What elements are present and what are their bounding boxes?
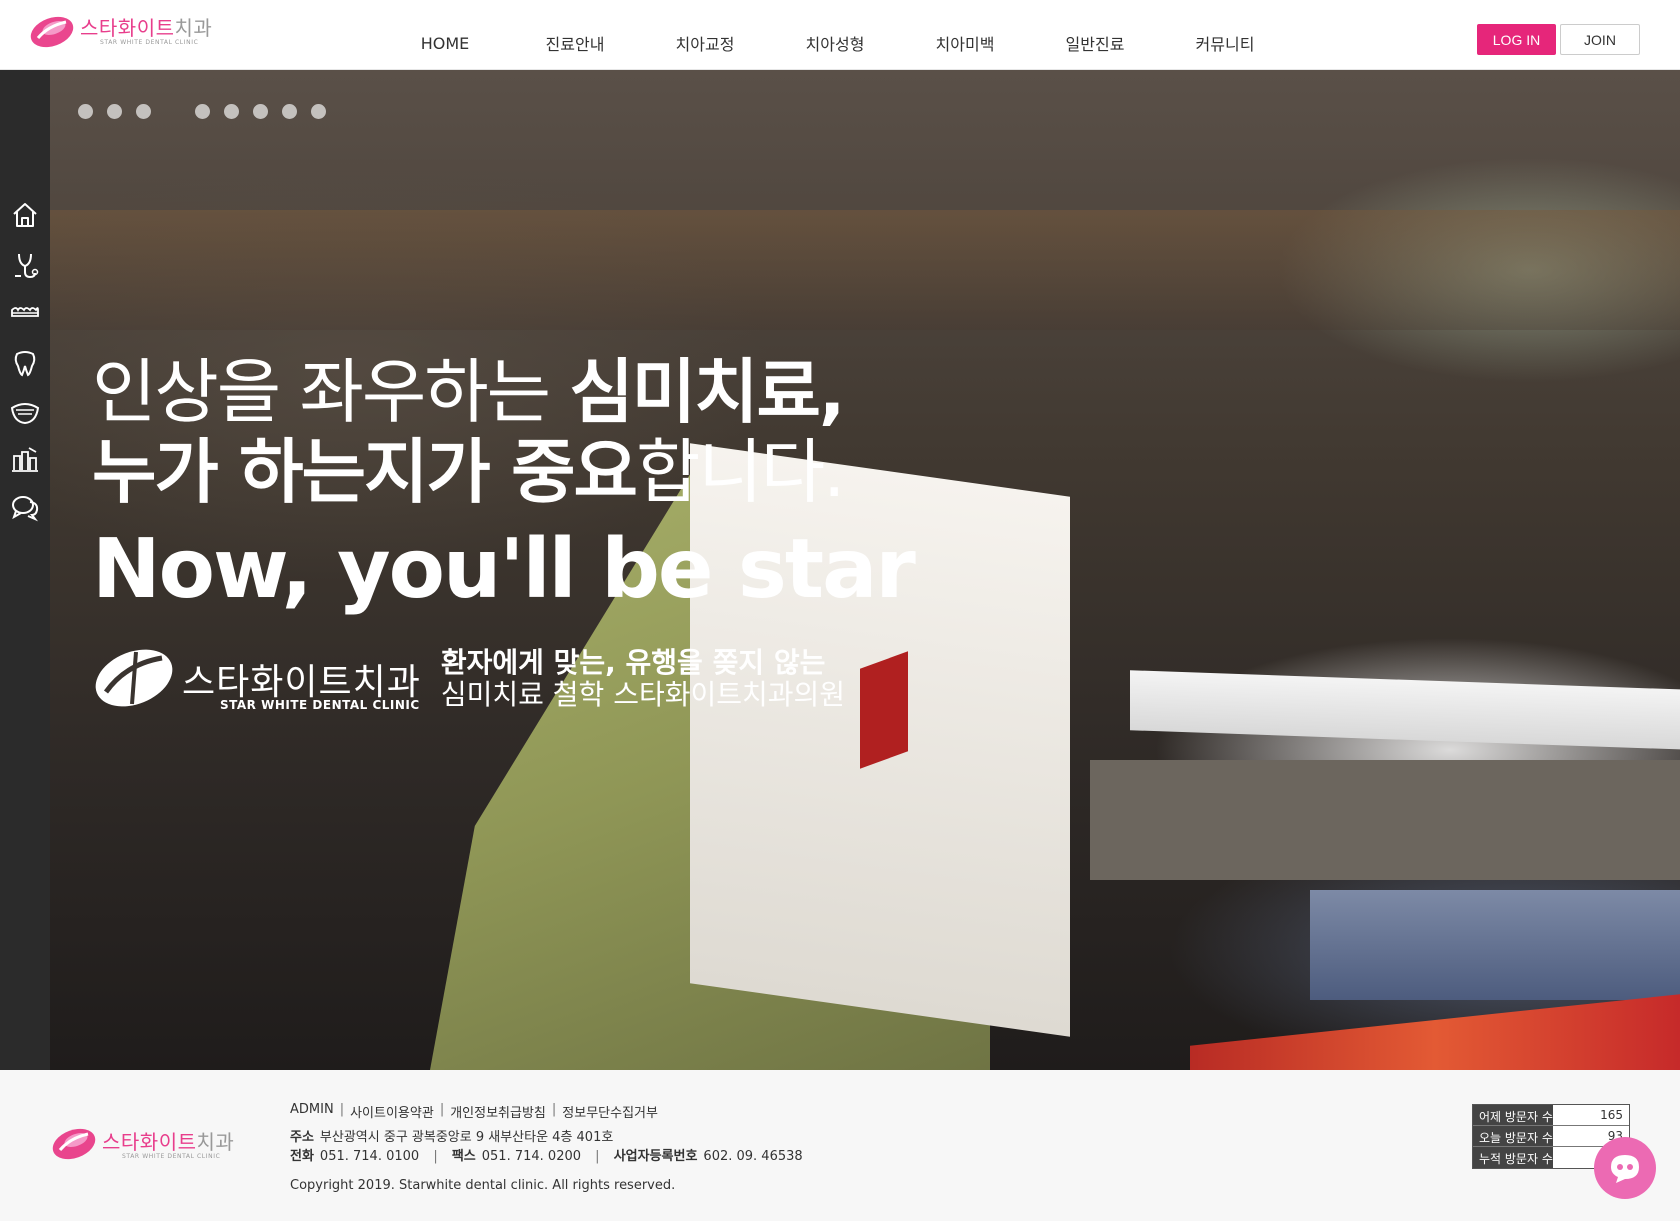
copyright: Copyright 2019. Starwhite dental clinic.… — [290, 1178, 676, 1193]
background-magazine — [1130, 670, 1680, 750]
join-button[interactable]: JOIN — [1560, 24, 1640, 55]
slide-dot[interactable] — [224, 104, 239, 119]
nav-orthodontics[interactable]: 치아교정 — [640, 15, 770, 55]
visitor-label: 어제 방문자 수 — [1473, 1105, 1553, 1125]
slide-dot[interactable] — [282, 104, 297, 119]
background-magazine — [1190, 994, 1680, 1070]
headline-slogan: Now, you'll be star — [92, 522, 916, 617]
nav-cosmetic[interactable]: 치아성형 — [770, 15, 900, 55]
biz-value: 602. 09. 46538 — [703, 1149, 803, 1164]
home-icon[interactable] — [10, 200, 40, 230]
address-label: 주소 — [290, 1130, 314, 1145]
site-logo[interactable]: 스타화이트치과 STAR WHITE DENTAL CLINIC — [28, 12, 212, 50]
nav-treatment-info[interactable]: 진료안내 — [510, 15, 640, 55]
nav-general[interactable]: 일반진료 — [1030, 15, 1160, 55]
tel-label: 전화 — [290, 1149, 314, 1164]
footer-logo-english: STAR WHITE DENTAL CLINIC — [122, 1152, 221, 1160]
footer-logo-gray: 치과 — [196, 1129, 235, 1154]
logo-text-pink: 스타화이트 — [80, 15, 175, 40]
quick-sidebar — [0, 70, 50, 1070]
star-logo-icon — [92, 644, 176, 714]
smile-icon[interactable] — [10, 396, 40, 426]
nav-whitening[interactable]: 치아미백 — [900, 15, 1030, 55]
nav-home[interactable]: HOME — [380, 18, 510, 53]
footer-link-admin[interactable]: ADMIN — [290, 1102, 334, 1121]
footer-link-privacy[interactable]: 개인정보취급방침 — [450, 1102, 546, 1121]
visitor-row: 어제 방문자 수 165 — [1473, 1105, 1629, 1126]
background-magazine — [1310, 890, 1680, 1000]
slide-dot[interactable] — [195, 104, 210, 119]
hero-brand-english: STAR WHITE DENTAL CLINIC — [220, 698, 420, 712]
tooth-icon[interactable] — [10, 348, 40, 378]
separator: | — [551, 1102, 557, 1117]
fax-value: 051. 714. 0200 — [481, 1149, 582, 1164]
slide-dot[interactable] — [107, 104, 122, 119]
footer-logo-pink: 스타화이트 — [102, 1129, 197, 1154]
chat-icon — [1611, 1155, 1639, 1183]
hero-headline: 인상을 좌우하는 심미치료, 누가 하는지가 중요합니다. Now, you'l… — [92, 351, 916, 617]
logo-english: STAR WHITE DENTAL CLINIC — [100, 38, 199, 46]
star-logo-icon — [28, 12, 76, 50]
visitor-label: 오늘 방문자 수 — [1473, 1126, 1553, 1146]
login-button[interactable]: LOG IN — [1477, 24, 1556, 55]
separator: | — [439, 1102, 445, 1117]
slide-dot[interactable] — [136, 104, 151, 119]
chat-bubbles-icon[interactable] — [10, 492, 40, 522]
headline-line2-thin: 합니다. — [635, 431, 845, 513]
footer-logo[interactable]: 스타화이트치과 STAR WHITE DENTAL CLINIC — [50, 1124, 234, 1166]
tagline-line1: 환자에게 맞는, 유행을 쫒지 않는 — [440, 646, 826, 679]
biz-label: 사업자등록번호 — [613, 1149, 698, 1164]
separator: | — [433, 1149, 438, 1164]
star-logo-icon — [50, 1124, 98, 1166]
logo-text-gray: 치과 — [174, 15, 213, 40]
hero-brand: 스타화이트치과 STAR WHITE DENTAL CLINIC 환자에게 맞는… — [92, 644, 845, 714]
visitor-label: 누적 방문자 수 — [1473, 1147, 1553, 1168]
chat-button[interactable] — [1594, 1137, 1656, 1199]
headline-line1-bold: 심미치료, — [569, 351, 845, 433]
visitor-value: 165 — [1553, 1105, 1629, 1125]
tel-value: 051. 714. 0100 — [319, 1149, 420, 1164]
dental-chair-icon[interactable] — [10, 444, 40, 474]
footer-link-terms[interactable]: 사이트이용약관 — [350, 1102, 434, 1121]
headline-line2-bold: 누가 하는지가 중요 — [92, 431, 638, 513]
background-calendar-mark — [860, 651, 908, 769]
nav-community[interactable]: 커뮤니티 — [1160, 15, 1290, 55]
main-nav: HOME 진료안내 치아교정 치아성형 치아미백 일반진료 커뮤니티 — [380, 0, 1290, 70]
background-table — [50, 210, 1680, 330]
footer: 스타화이트치과 STAR WHITE DENTAL CLINIC ADMIN |… — [0, 1070, 1680, 1221]
tagline-line2: 심미치료 철학 스타화이트치과의원 — [440, 678, 846, 711]
footer-info: 주소 부산광역시 중구 광복중앙로 9 새부산타운 4층 401호 전화 051. … — [290, 1128, 803, 1166]
address-value: 부산광역시 중구 광복중앙로 9 새부산타운 4층 401호 — [319, 1130, 614, 1145]
fax-label: 팩스 — [451, 1149, 476, 1164]
hero-tagline: 환자에게 맞는, 유행을 쫒지 않는 심미치료 철학 스타화이트치과의원 — [441, 647, 845, 711]
slide-dot[interactable] — [311, 104, 326, 119]
braces-icon[interactable] — [10, 298, 40, 328]
headline-line1-thin: 인상을 좌우하는 — [92, 351, 570, 433]
slide-dot[interactable] — [253, 104, 268, 119]
separator: | — [595, 1149, 600, 1164]
header: 스타화이트치과 STAR WHITE DENTAL CLINIC HOME 진료… — [0, 0, 1680, 70]
dental-tools-icon[interactable] — [10, 250, 40, 280]
footer-links: ADMIN | 사이트이용약관 | 개인정보취급방침 | 정보무단수집거부 — [290, 1102, 664, 1121]
slide-dot[interactable] — [78, 104, 93, 119]
background-magazine — [1090, 760, 1680, 880]
footer-link-no-collection[interactable]: 정보무단수집거부 — [562, 1102, 658, 1121]
separator: | — [339, 1102, 345, 1117]
slide-indicators — [78, 104, 340, 119]
